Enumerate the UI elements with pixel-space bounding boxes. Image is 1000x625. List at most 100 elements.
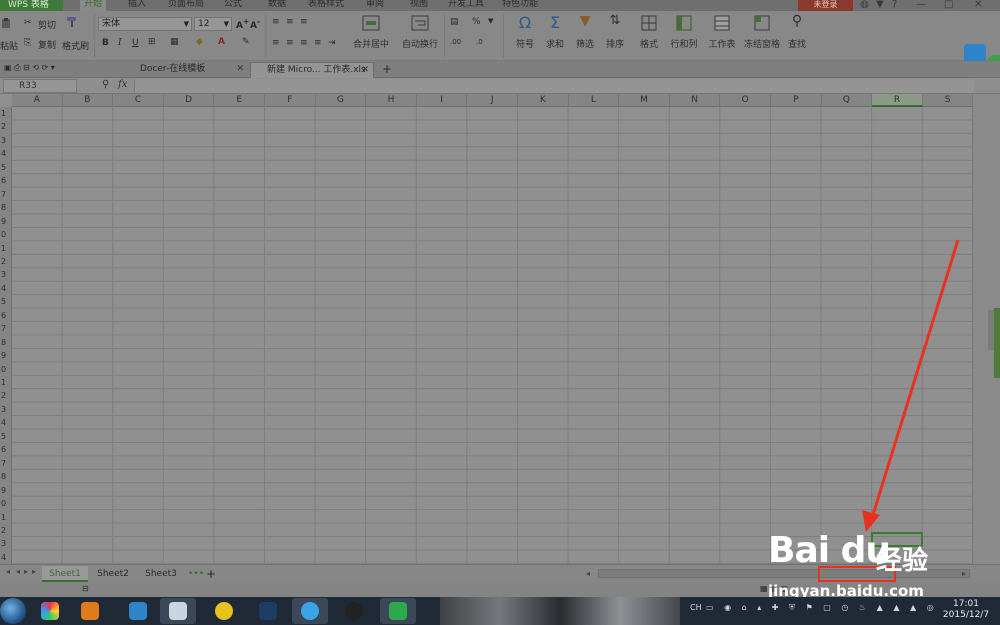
format-button[interactable]: 格式 [632, 13, 666, 50]
column-header-cell[interactable]: R [872, 94, 923, 107]
column-header-cell[interactable]: K [518, 94, 569, 107]
row-header-cell[interactable]: 7 [0, 457, 12, 470]
row-header-cell[interactable]: 1 [0, 242, 12, 255]
next-sheet-icon[interactable]: ▸ [24, 567, 28, 576]
tray-icons[interactable]: ▭ ◉ ⌂ ▴ ✚ ⛨ ⚑ ▢ ◷ ♨ ▲ ▲ ▲ ◎ [706, 603, 938, 613]
row-header-cell[interactable]: 2 [0, 120, 12, 133]
sheet-grid[interactable]: ABCDEFGHIJKLMNOPQRS 12345678901234567890… [0, 94, 972, 564]
comma-icon[interactable]: ▼ [488, 17, 493, 25]
align-middle-icon[interactable]: ≡ [286, 17, 294, 27]
column-header-cell[interactable]: O [720, 94, 771, 107]
bold-button[interactable]: B [102, 38, 109, 48]
start-button[interactable] [0, 598, 26, 624]
row-header-cell[interactable]: 5 [0, 161, 12, 174]
copy-button[interactable]: 复制 [38, 38, 56, 51]
menu-tab-special[interactable]: 特色功能 [502, 0, 538, 11]
row-header-cell[interactable]: 3 [0, 403, 12, 416]
row-header-cell[interactable]: 5 [0, 430, 12, 443]
tab-docer-templates[interactable]: Docer-在线模板 ✕ [124, 62, 248, 78]
sheet-tab-1[interactable]: Sheet1 [42, 566, 88, 582]
column-header-cell[interactable]: L [569, 94, 620, 107]
clear-format-icon[interactable]: ✎ [242, 37, 250, 47]
cell-area[interactable] [12, 107, 972, 564]
menu-tab-developer[interactable]: 开发工具 [448, 0, 484, 11]
cut-icon[interactable]: ✂ [24, 18, 32, 28]
underline-button[interactable]: U [132, 38, 139, 48]
column-header-cell[interactable]: P [771, 94, 822, 107]
align-bottom-icon[interactable]: ≡ [300, 17, 308, 27]
row-header-cell[interactable]: 6 [0, 443, 12, 456]
row-header-cell[interactable]: 7 [0, 322, 12, 335]
menu-tab-data[interactable]: 数据 [268, 0, 286, 11]
symbol-button[interactable]: Ω 符号 [508, 13, 542, 50]
taskbar-photoshop[interactable] [250, 598, 286, 624]
fill-border-icon[interactable]: ▦ [170, 37, 179, 47]
row-header-cell[interactable]: 4 [0, 551, 12, 564]
taskbar-app-3[interactable] [120, 598, 156, 624]
row-header-cell[interactable]: 2 [0, 255, 12, 268]
italic-button[interactable]: I [118, 38, 122, 48]
align-center-icon[interactable]: ≡ [286, 38, 294, 48]
menu-tab-table-style[interactable]: 表格样式 [308, 0, 344, 11]
copy-icon[interactable]: ⎘ [24, 38, 31, 48]
row-col-button[interactable]: 行和列 [664, 13, 704, 50]
indent-icon[interactable]: ⇥ [328, 38, 336, 48]
column-header-cell[interactable]: M [619, 94, 670, 107]
column-header-cell[interactable]: C [113, 94, 164, 107]
freeze-panes-button[interactable]: 冻结窗格 [742, 13, 782, 50]
grow-font-icon[interactable]: A+ [236, 17, 249, 31]
clock[interactable]: 17:01 2015/12/7 [935, 599, 997, 621]
font-size-select[interactable]: 12 ▼ [194, 17, 232, 31]
row-header-cell[interactable]: 3 [0, 537, 12, 550]
sheet-tab-3[interactable]: Sheet3 [138, 566, 184, 582]
format-painter-icon[interactable] [66, 16, 78, 28]
close-tab-icon[interactable]: ✕ [236, 62, 244, 77]
taskbar-qq[interactable] [336, 598, 372, 624]
language-indicator[interactable]: CH [690, 603, 702, 612]
taskbar-app-1[interactable] [32, 598, 68, 624]
row-header-cell[interactable]: 9 [0, 215, 12, 228]
sum-button[interactable]: Σ 求和 [538, 13, 572, 50]
skin-icon[interactable]: ◍ [860, 0, 869, 10]
column-header-cell[interactable]: J [467, 94, 518, 107]
menu-tab-view[interactable]: 视图 [410, 0, 428, 11]
row-header-cell[interactable]: 3 [0, 268, 12, 281]
cut-button[interactable]: 剪切 [38, 18, 56, 31]
formula-input[interactable] [134, 79, 974, 93]
login-button[interactable]: 未登录 [798, 0, 853, 11]
wrap-text-button[interactable]: 自动换行 [402, 13, 438, 50]
fill-color-icon[interactable]: ◆ [196, 37, 203, 47]
scroll-left-icon[interactable]: ◂ [586, 569, 590, 578]
row-header-cell[interactable]: 9 [0, 484, 12, 497]
row-header-cell[interactable]: 2 [0, 389, 12, 402]
row-header-cell[interactable]: 6 [0, 309, 12, 322]
row-header-cell[interactable]: 4 [0, 147, 12, 160]
find-button[interactable]: ⚲ 查找 [780, 13, 814, 50]
font-name-select[interactable]: 宋体 ▼ [98, 17, 192, 31]
zoom-lens-icon[interactable]: ⚲ [102, 79, 109, 90]
row-header-cell[interactable]: 2 [0, 524, 12, 537]
row-header-cell[interactable]: 8 [0, 201, 12, 214]
row-header-cell[interactable]: 4 [0, 282, 12, 295]
menu-tab-insert[interactable]: 插入 [128, 0, 146, 11]
row-header-cell[interactable]: 0 [0, 497, 12, 510]
column-header-cell[interactable]: D [164, 94, 215, 107]
column-header-cell[interactable]: S [923, 94, 972, 107]
row-header-cell[interactable]: 8 [0, 470, 12, 483]
app-menu-button[interactable]: WPS 表格 [0, 0, 63, 11]
worksheet-button[interactable]: 工作表 [702, 13, 742, 50]
more-sheets-icon[interactable]: ••• [188, 566, 204, 582]
align-top-icon[interactable]: ≡ [272, 17, 280, 27]
first-sheet-icon[interactable]: ◂ [6, 567, 10, 576]
column-header-cell[interactable]: F [265, 94, 316, 107]
new-tab-icon[interactable]: + [382, 62, 392, 76]
menu-tab-formulas[interactable]: 公式 [224, 0, 242, 11]
column-header-cell[interactable]: Q [822, 94, 873, 107]
align-left-icon[interactable]: ≡ [272, 38, 280, 48]
maximize-icon[interactable]: □ [944, 0, 953, 10]
quick-access-icons[interactable]: ▣ ⎙ ⊟ ⟲ ⟳ ▾ [4, 63, 55, 73]
minimize-icon[interactable]: — [916, 0, 926, 10]
menu-tab-home[interactable]: 开始 [80, 0, 107, 11]
column-header-cell[interactable]: B [63, 94, 114, 107]
number-format-icon[interactable]: ▤ [450, 17, 459, 27]
